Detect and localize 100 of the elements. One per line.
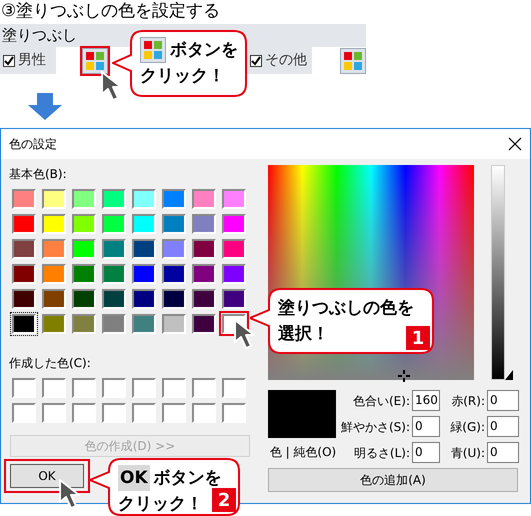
color-swatch[interactable] [189,186,219,211]
color-swatch[interactable] [99,211,129,236]
color-swatch[interactable] [69,311,99,336]
callout-text: ボタンを [170,39,238,62]
color-swatch[interactable] [189,286,219,311]
callout-text: クリック！ [118,493,203,516]
custom-color-swatch[interactable] [222,378,246,398]
color-swatch[interactable] [189,311,219,336]
color-swatch[interactable] [39,286,69,311]
color-swatch[interactable] [99,236,129,261]
color-swatch[interactable] [39,186,69,211]
slider-arrow-icon[interactable] [505,370,513,380]
color-swatch[interactable] [159,236,189,261]
color-swatch[interactable] [99,286,129,311]
down-arrow-icon [27,93,63,121]
color-swatch[interactable] [69,236,99,261]
window-title: 色の設定 [9,136,57,153]
color-swatch[interactable] [189,261,219,286]
ok-button[interactable]: OK [10,464,84,488]
color-swatch[interactable] [9,211,39,236]
custom-color-swatch[interactable] [102,378,126,398]
luminance-bar[interactable] [491,165,505,380]
color-swatch[interactable] [129,236,159,261]
color-swatch[interactable] [159,286,189,311]
color-swatch[interactable] [129,186,159,211]
color-swatch[interactable] [69,186,99,211]
custom-color-swatch[interactable] [162,402,186,422]
cursor-icon [58,478,82,510]
custom-color-swatch[interactable] [192,378,216,398]
color-button[interactable] [340,48,366,74]
custom-color-swatch[interactable] [42,402,66,422]
color-swatch[interactable] [129,211,159,236]
custom-color-swatch[interactable] [132,402,156,422]
custom-color-swatch[interactable] [162,378,186,398]
custom-color-swatch[interactable] [12,402,36,422]
color-swatch[interactable] [219,261,249,286]
input-field[interactable]: 0 [487,416,519,437]
heading: ③塗りつぶしの色を設定する [0,0,222,23]
section-label: 基本色(B): [9,166,68,183]
color-swatch[interactable] [159,186,189,211]
color-swatch[interactable] [189,211,219,236]
color-swatch[interactable] [69,261,99,286]
custom-color-swatch[interactable] [102,402,126,422]
custom-color-swatch[interactable] [72,402,96,422]
preview-label: 色 | 純色(O) [268,444,338,461]
custom-color-swatch[interactable] [192,402,216,422]
color-swatch[interactable] [159,261,189,286]
color-swatch[interactable] [39,311,69,336]
color-swatch[interactable] [99,311,129,336]
callout-text: 選択！ [278,323,329,346]
input-field[interactable]: 160 [412,390,440,411]
field-label: 明るさ(L): [352,444,411,462]
color-swatch[interactable] [219,286,249,311]
palette-icon [143,40,163,60]
color-swatch[interactable] [219,186,249,211]
color-swatch[interactable] [159,311,189,336]
color-swatch[interactable] [69,211,99,236]
color-swatch[interactable] [9,186,39,211]
callout-label: OK [118,465,150,491]
input-field[interactable]: 0 [487,390,519,411]
callout-text: クリック！ [140,65,225,88]
color-swatch[interactable] [99,186,129,211]
close-icon[interactable] [508,137,522,151]
color-swatch[interactable] [159,211,189,236]
color-swatch[interactable] [99,261,129,286]
color-swatch[interactable] [39,236,69,261]
color-swatch[interactable] [129,311,159,336]
custom-color-swatch[interactable] [222,402,246,422]
custom-color-swatch[interactable] [12,378,36,398]
step-badge: 2 [212,488,236,512]
color-preview [268,390,336,438]
custom-color-swatch[interactable] [72,378,96,398]
color-swatch[interactable] [9,261,39,286]
input-field[interactable]: 0 [487,442,519,463]
callout-text: 塗りつぶしの色を [278,297,414,320]
field-label: 青(U): [450,444,486,462]
crosshair-icon [398,370,410,382]
palette-icon [343,50,363,70]
custom-color-swatch[interactable] [42,378,66,398]
color-swatch[interactable] [9,286,39,311]
checkbox[interactable] [3,54,15,66]
section-label: 作成した色(C): [9,355,92,372]
color-swatch[interactable] [9,311,39,336]
color-swatch[interactable] [189,236,219,261]
input-field[interactable]: 0 [412,442,440,463]
callout-text: ボタンを [154,467,222,490]
color-swatch[interactable] [39,261,69,286]
color-swatch[interactable] [39,211,69,236]
add-color-button[interactable]: 色の追加(A) [268,468,518,492]
color-swatch[interactable] [69,286,99,311]
custom-color-swatch[interactable] [132,378,156,398]
color-swatch[interactable] [129,261,159,286]
checkbox[interactable] [250,54,262,66]
color-swatch[interactable] [129,286,159,311]
input-field[interactable]: 0 [412,416,440,437]
color-swatch[interactable] [219,236,249,261]
palette-icon [84,50,105,70]
color-swatch[interactable] [9,236,39,261]
step-badge: 1 [406,326,430,350]
color-swatch[interactable] [219,211,249,236]
